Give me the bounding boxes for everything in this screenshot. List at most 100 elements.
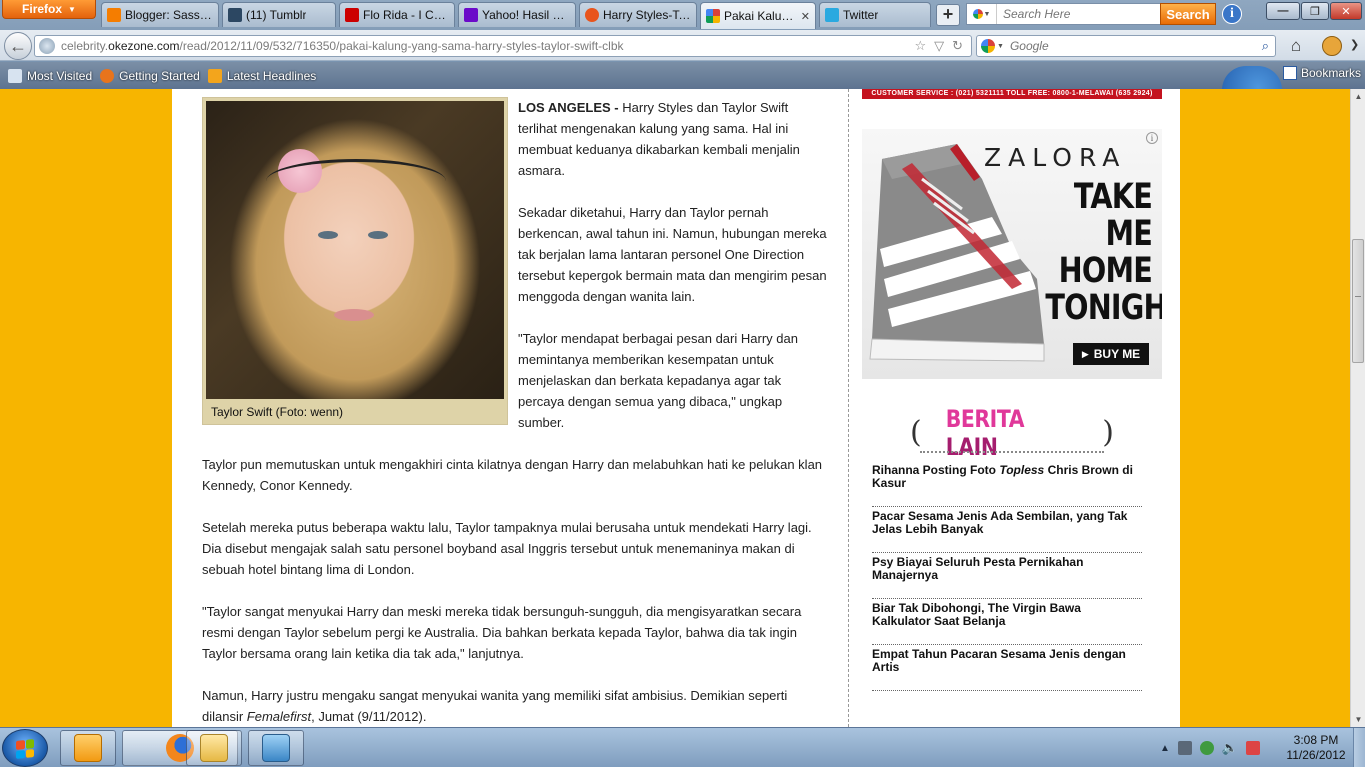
bookmarks-menu-button[interactable]: Bookmarks [1282, 66, 1361, 80]
ad-info-icon[interactable]: i [1146, 132, 1158, 144]
chevron-down-icon[interactable]: ▼ [997, 43, 1004, 50]
back-button[interactable]: ← [4, 32, 32, 60]
star-icon[interactable]: ☆ [914, 38, 926, 54]
url-text[interactable]: celebrity.okezone.com/read/2012/11/09/53… [61, 39, 914, 53]
eye [318, 231, 338, 239]
search-button[interactable]: Search [1160, 3, 1216, 25]
tab-bar: Firefox ▼ Blogger: Sassy ... (11) Tumblr… [0, 0, 1365, 30]
paragraph-6: "Taylor sangat menyukai Harry dan meski … [202, 604, 802, 661]
volume-icon[interactable]: 🔈 [1222, 740, 1238, 756]
lips [334, 309, 374, 321]
scroll-up-arrow-icon[interactable]: ▲ [1351, 89, 1365, 104]
blogger-icon [107, 8, 121, 22]
close-tab-icon[interactable]: ✕ [798, 10, 810, 23]
list-item[interactable]: Biar Tak Dibohongi, The Virgin Bawa Kalk… [872, 599, 1142, 645]
tab-label: Yahoo! Hasil Ca... [482, 8, 570, 22]
column-divider [848, 89, 849, 727]
buy-me-label: BUY ME [1093, 347, 1141, 361]
tab-yahoo[interactable]: Yahoo! Hasil Ca... [458, 2, 576, 27]
firefox-icon [100, 68, 115, 83]
paragraph-4: Taylor pun memutuskan untuk mengakhiri c… [202, 457, 823, 493]
info-icon[interactable]: i [1222, 4, 1242, 24]
taskbar-explorer[interactable] [186, 730, 242, 766]
tab-twitter[interactable]: Twitter [819, 2, 931, 27]
list-item[interactable]: Pacar Sesama Jenis Ada Sembilan, yang Ta… [872, 507, 1142, 553]
list-item[interactable]: Empat Tahun Pacaran Sesama Jenis dengan … [872, 645, 1142, 691]
browser-chrome: Firefox ▼ Blogger: Sassy ... (11) Tumblr… [0, 0, 1365, 89]
paragraph-5: Setelah mereka putus beberapa waktu lalu… [202, 520, 812, 577]
url-bar[interactable]: celebrity.okezone.com/read/2012/11/09/53… [34, 35, 972, 57]
customer-service-banner[interactable]: CUSTOMER SERVICE : (021) 5321111 TOLL FR… [862, 89, 1162, 99]
tab-youtube[interactable]: Flo Rida - I Cry ... [339, 2, 455, 27]
media-player-icon [74, 734, 102, 762]
arrow-left-icon: ← [9, 35, 27, 56]
network-icon[interactable] [1199, 741, 1214, 755]
play-icon: ▶ [1081, 348, 1089, 359]
tab-harry-styles[interactable]: Harry Styles-Ta... [579, 2, 697, 27]
clock-date: 11/26/2012 [1286, 748, 1346, 762]
tumblr-icon [228, 8, 242, 22]
restore-button[interactable]: ❐ [1301, 2, 1329, 20]
google-search-input[interactable] [1003, 39, 1262, 53]
device-icon[interactable] [1177, 741, 1192, 755]
system-tray: ▲ 🔈 [1160, 728, 1261, 767]
action-center-icon[interactable] [1246, 741, 1261, 755]
bookmark-latest-headlines[interactable]: Latest Headlines [207, 68, 317, 83]
buy-me-button[interactable]: ▶ BUY ME [1073, 343, 1149, 365]
minimize-button[interactable]: — [1266, 2, 1300, 20]
dropdown-icon[interactable]: ▽ [934, 38, 944, 54]
taskbar-media-player[interactable] [60, 730, 116, 766]
bookmark-label: Getting Started [119, 68, 200, 83]
tab-label: Pakai Kalung... [724, 9, 798, 23]
youtube-icon [345, 8, 359, 22]
zalora-advertisement[interactable]: i ZALORA TAKE ME HOME TONIGHT [862, 129, 1162, 379]
folder-icon [200, 734, 228, 762]
show-desktop-button[interactable] [1353, 728, 1365, 767]
bookmark-label: Latest Headlines [226, 68, 317, 83]
windows-logo-icon [16, 739, 34, 759]
clock-time: 3:08 PM [1293, 733, 1339, 747]
laurel-left-icon: ( [910, 415, 922, 450]
list-item[interactable]: Psy Biayai Seluruh Pesta Pernikahan Mana… [872, 553, 1142, 599]
laurel-right-icon: ) [1102, 415, 1114, 450]
home-icon[interactable]: ⌂ [1286, 36, 1306, 56]
tab-tumblr[interactable]: (11) Tumblr [222, 2, 336, 27]
start-button[interactable] [2, 729, 48, 767]
firefox-menu-button[interactable]: Firefox ▼ [2, 0, 96, 19]
yahoo-icon [464, 8, 478, 22]
tab-pakai-kalung[interactable]: Pakai Kalung... ✕ [700, 2, 816, 29]
windows-taskbar: ▲ 🔈 3:08 PM 11/26/2012 [0, 727, 1365, 767]
scroll-down-arrow-icon[interactable]: ▼ [1351, 712, 1365, 727]
taskbar-image-viewer[interactable] [248, 730, 304, 766]
tab-label: Harry Styles-Ta... [603, 8, 691, 22]
search-icon[interactable]: ⌕ [1262, 38, 1275, 54]
close-window-button[interactable]: ✕ [1330, 2, 1362, 20]
okezone-icon [585, 8, 599, 22]
addon-icon[interactable] [1322, 36, 1342, 56]
bookmark-getting-started[interactable]: Getting Started [100, 68, 200, 83]
list-item[interactable]: Rihanna Posting Foto Topless Chris Brown… [872, 461, 1142, 507]
google-icon[interactable]: ▼ [967, 4, 997, 24]
headband [266, 159, 446, 203]
source-name: Femalefirst [246, 709, 312, 724]
scroll-thumb[interactable] [1352, 239, 1364, 363]
google-icon[interactable] [981, 39, 995, 53]
chevron-up-icon[interactable]: ▲ [1160, 743, 1170, 754]
vertical-scrollbar[interactable]: ▲ ▼ [1350, 89, 1365, 727]
bookmarks-label: Bookmarks [1300, 66, 1361, 80]
bookmark-most-visited[interactable]: Most Visited [8, 68, 92, 83]
reload-icon[interactable]: ↻ [952, 38, 963, 54]
tab-label: Flo Rida - I Cry ... [363, 8, 449, 22]
new-tab-button[interactable]: + [936, 4, 960, 26]
dateline: LOS ANGELES - [518, 100, 619, 115]
paragraph-7: Namun, Harry justru mengaku sangat menyu… [202, 688, 788, 724]
tab-label: Blogger: Sassy ... [125, 8, 213, 22]
navigation-bar: ← celebrity.okezone.com/read/2012/11/09/… [0, 30, 1365, 61]
tab-blogger[interactable]: Blogger: Sassy ... [101, 2, 219, 27]
chevron-right-icon[interactable]: ❯ [1350, 38, 1359, 51]
photo-box: Taylor Swift (Foto: wenn) [202, 97, 508, 425]
tab-label: (11) Tumblr [246, 8, 307, 22]
taskbar-clock[interactable]: 3:08 PM 11/26/2012 [1284, 733, 1348, 763]
paragraph-2: Sekadar diketahui, Harry dan Taylor pern… [518, 205, 827, 304]
photo-caption: Taylor Swift (Foto: wenn) [211, 405, 344, 419]
